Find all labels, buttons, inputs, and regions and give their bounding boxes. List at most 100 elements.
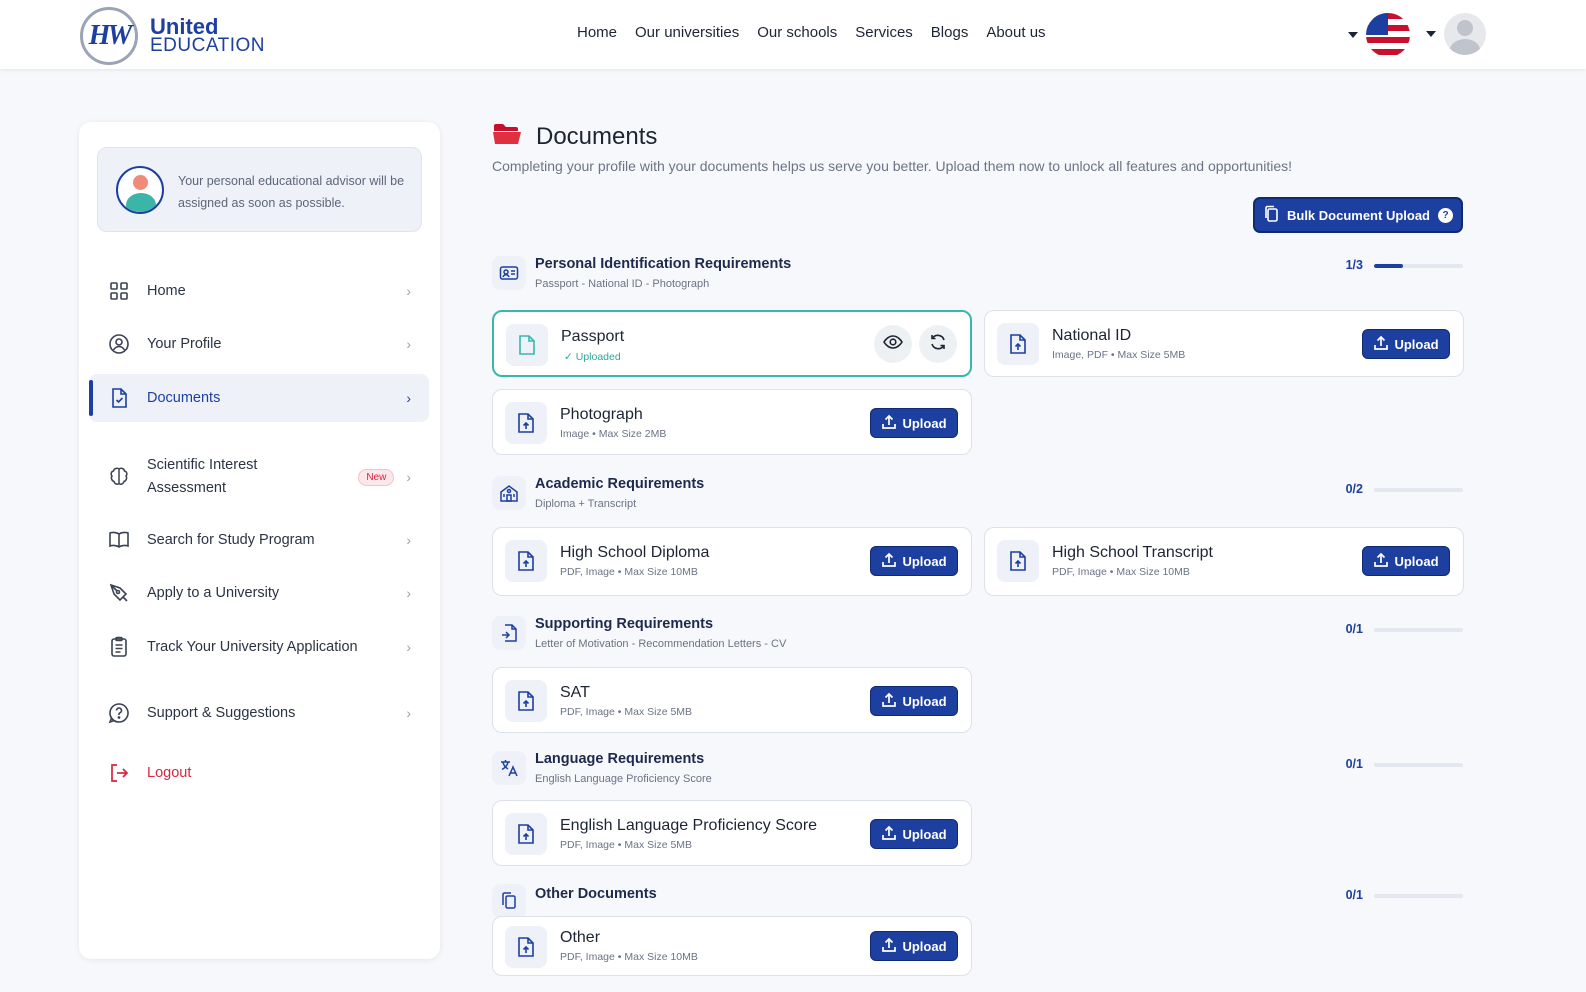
upload-button[interactable]: Upload	[870, 546, 958, 576]
doc-name: National ID	[1052, 327, 1132, 344]
logout-button[interactable]: Logout	[89, 749, 429, 797]
grid-icon	[107, 281, 131, 301]
sidebar-item-your-profile[interactable]: Your Profile ›	[89, 320, 429, 368]
doc-name: High School Transcript	[1052, 544, 1213, 561]
section-subtitle: Diploma + Transcript	[535, 498, 637, 510]
doc-meta: Image • Max Size 2MB	[560, 428, 667, 440]
chevron-right-icon: ›	[406, 469, 411, 485]
new-badge: New	[358, 468, 395, 486]
doc-name: Photograph	[560, 406, 643, 423]
advisor-card: Your personal educational advisor will b…	[97, 147, 422, 232]
nav-about-us[interactable]: About us	[986, 24, 1045, 41]
doc-card-photograph: Photograph Image • Max Size 2MB Upload	[492, 389, 972, 455]
view-button[interactable]	[874, 325, 912, 363]
sidebar-item-apply-university[interactable]: Apply to a University ›	[89, 569, 429, 617]
section-subtitle: English Language Proficiency Score	[535, 773, 712, 785]
section-count: 0/1	[1345, 888, 1363, 902]
upload-icon	[1373, 552, 1389, 571]
doc-meta: PDF, Image • Max Size 10MB	[1052, 566, 1190, 578]
nav-our-schools[interactable]: Our schools	[757, 24, 837, 41]
pen-icon	[107, 582, 131, 604]
nav-home[interactable]: Home	[577, 24, 617, 41]
doc-name: High School Diploma	[560, 544, 710, 561]
upload-label: Upload	[902, 938, 947, 954]
upload-button[interactable]: Upload	[1362, 329, 1450, 359]
sidebar-item-label: Apply to a University	[147, 584, 280, 601]
chevron-right-icon: ›	[406, 336, 411, 352]
us-flag-icon	[1366, 13, 1410, 57]
section-title: Other Documents	[535, 886, 657, 902]
section-progress	[1374, 763, 1463, 767]
doc-meta: PDF, Image • Max Size 10MB	[560, 566, 698, 578]
doc-name: Other	[560, 929, 601, 946]
doc-status: ✓ Uploaded	[564, 351, 621, 363]
user-menu[interactable]	[1426, 13, 1486, 55]
upload-icon	[881, 692, 897, 711]
section-count: 0/2	[1345, 482, 1363, 496]
refresh-icon	[929, 333, 947, 356]
doc-name: English Language Proficiency Score	[560, 817, 818, 834]
sidebar-item-search-study-program[interactable]: Search for Study Program ›	[89, 516, 429, 564]
check-icon: ✓	[564, 351, 573, 363]
replace-button[interactable]	[919, 325, 957, 363]
doc-meta: Image, PDF • Max Size 5MB	[1052, 349, 1186, 361]
sidebar-item-label: Scientific Interest Assessment	[147, 457, 258, 496]
file-upload-icon	[505, 402, 547, 444]
sidebar-item-home[interactable]: Home ›	[89, 267, 429, 315]
section-title: Supporting Requirements	[535, 616, 714, 632]
upload-button[interactable]: Upload	[870, 931, 958, 961]
book-icon	[107, 530, 131, 550]
file-upload-icon	[505, 813, 547, 855]
upload-label: Upload	[902, 415, 947, 431]
sidebar-item-label: Documents	[147, 389, 221, 406]
doc-name: SAT	[560, 684, 590, 701]
user-circle-icon	[107, 333, 131, 355]
doc-card-passport: Passport ✓ Uploaded	[492, 310, 972, 377]
user-avatar	[1444, 13, 1486, 55]
copy-document-icon	[1263, 205, 1279, 226]
sidebar-item-documents[interactable]: Documents ›	[89, 374, 429, 422]
section-title: Academic Requirements	[535, 476, 705, 492]
help-icon[interactable]: ?	[1438, 207, 1453, 223]
upload-button[interactable]: Upload	[870, 819, 958, 849]
top-navbar: HW United EDUCATION Home Our universitie…	[0, 0, 1586, 69]
brain-icon	[107, 466, 131, 488]
file-upload-icon	[997, 323, 1039, 365]
nav-services[interactable]: Services	[855, 24, 913, 41]
chevron-right-icon: ›	[406, 639, 411, 655]
upload-button[interactable]: Upload	[1362, 546, 1450, 576]
document-check-icon	[107, 387, 131, 409]
id-card-icon	[492, 256, 526, 290]
sidebar-item-track-application[interactable]: Track Your University Application ›	[89, 623, 429, 671]
logout-label: Logout	[147, 764, 192, 781]
translate-icon	[492, 751, 526, 785]
nav-our-universities[interactable]: Our universities	[635, 24, 739, 41]
upload-label: Upload	[902, 553, 947, 569]
chevron-right-icon: ›	[406, 705, 411, 721]
section-subtitle: Passport - National ID - Photograph	[535, 278, 710, 290]
page-description: Completing your profile with your docume…	[492, 158, 1292, 174]
section-subtitle: Letter of Motivation - Recommendation Le…	[535, 638, 787, 650]
sidebar-item-scientific-interest-assessment[interactable]: Scientific Interest Assessment New ›	[89, 453, 429, 501]
clipboard-icon	[107, 636, 131, 658]
upload-label: Upload	[902, 693, 947, 709]
language-selector[interactable]	[1348, 13, 1410, 57]
upload-button[interactable]: Upload	[870, 408, 958, 438]
upload-icon	[881, 825, 897, 844]
section-supporting: Supporting Requirements Letter of Motiva…	[492, 616, 1463, 656]
bulk-document-upload-button[interactable]: Bulk Document Upload ?	[1253, 197, 1463, 233]
nav-blogs[interactable]: Blogs	[931, 24, 969, 41]
sidebar-item-label: Your Profile	[147, 335, 222, 352]
upload-button[interactable]: Upload	[870, 686, 958, 716]
section-count: 1/3	[1345, 258, 1363, 272]
copy-document-icon	[492, 884, 526, 918]
file-plus-icon	[492, 616, 526, 650]
sidebar-item-label: Search for Study Program	[147, 531, 315, 548]
file-upload-icon	[505, 680, 547, 722]
sidebar-item-label: Support & Suggestions	[147, 704, 296, 721]
doc-meta: PDF, Image • Max Size 5MB	[560, 839, 693, 851]
sidebar-item-support[interactable]: Support & Suggestions ›	[89, 689, 429, 737]
section-progress	[1374, 264, 1463, 268]
upload-icon	[881, 937, 897, 956]
brand-logo[interactable]: HW United EDUCATION	[80, 7, 280, 65]
